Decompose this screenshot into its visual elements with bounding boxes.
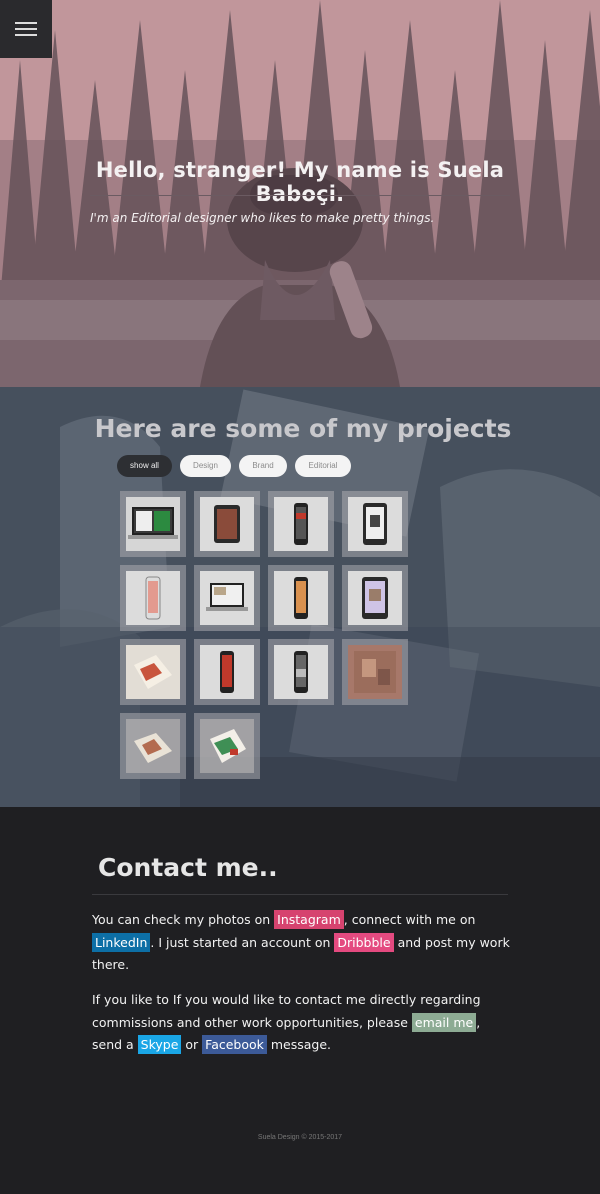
phone-mockup-icon — [294, 503, 308, 545]
email-link[interactable]: email me — [411, 1012, 477, 1032]
tablet-mockup-icon — [362, 577, 388, 619]
facebook-link[interactable]: Facebook — [202, 1035, 267, 1054]
contact-section: Contact me.. You can check my photos on … — [0, 807, 600, 1194]
projects-title: Here are some of my projects — [94, 414, 512, 443]
hamburger-icon-line — [15, 28, 37, 30]
text-segment: , connect with me on — [343, 912, 476, 927]
contact-divider — [92, 894, 508, 895]
project-thumbnail[interactable] — [268, 639, 334, 705]
tablet-mockup-icon — [214, 505, 240, 543]
brochure-mockup-icon — [134, 733, 172, 763]
filter-brand[interactable]: Brand — [239, 455, 287, 477]
project-thumbnail[interactable] — [194, 565, 260, 631]
laptop-mockup-icon — [206, 583, 248, 611]
filter-show-all[interactable]: show all — [117, 455, 172, 477]
project-thumbnail[interactable] — [194, 713, 260, 779]
contact-title: Contact me.. — [98, 853, 278, 882]
project-thumbnail[interactable] — [120, 713, 186, 779]
project-thumbnail[interactable] — [342, 491, 408, 557]
hero-section: Hello, stranger! My name is Suela Baboçi… — [0, 0, 600, 387]
footer-copyright: Suela Design © 2015-2017 — [257, 1134, 343, 1141]
phone-mockup-icon — [220, 651, 234, 693]
project-thumbnail[interactable] — [120, 639, 186, 705]
tablet-mockup-icon — [363, 503, 387, 545]
text-segment: You can check my photos on — [92, 912, 275, 927]
linkedin-link[interactable]: LinkedIn — [92, 932, 151, 952]
text-segment: message. — [266, 1037, 332, 1052]
phone-mockup-icon — [294, 651, 308, 693]
text-segment: . I just started an account on — [150, 934, 335, 950]
project-thumbnail[interactable] — [342, 565, 408, 631]
project-thumbnail[interactable] — [194, 491, 260, 557]
text-segment: or — [181, 1037, 203, 1052]
filter-bar: show all Design Brand Editorial — [117, 455, 351, 477]
projects-section: Here are some of my projects show all De… — [0, 387, 600, 807]
hero-divider — [90, 195, 510, 196]
project-thumbnail[interactable] — [194, 639, 260, 705]
phone-mockup-icon — [294, 577, 308, 619]
brochure-mockup-icon — [134, 655, 172, 689]
brochure-mockup-icon — [210, 729, 246, 763]
project-thumbnail[interactable] — [342, 639, 408, 705]
skype-link[interactable]: Skype — [137, 1035, 182, 1054]
contact-paragraph-direct: If you like to If you would like to cont… — [92, 989, 512, 1057]
filter-editorial[interactable]: Editorial — [295, 455, 351, 477]
hamburger-icon-line — [15, 22, 37, 24]
hero-subtitle: I'm an Editorial designer who likes to m… — [90, 211, 435, 225]
project-thumbnail[interactable] — [120, 491, 186, 557]
project-thumbnail[interactable] — [268, 565, 334, 631]
instagram-link[interactable]: Instagram — [274, 910, 344, 929]
filter-design[interactable]: Design — [180, 455, 231, 477]
project-thumbnail[interactable] — [268, 491, 334, 557]
hamburger-icon-line — [15, 34, 37, 36]
magazine-laptop-mockup-icon — [128, 507, 178, 539]
project-thumbnail[interactable] — [120, 565, 186, 631]
hero-title: Hello, stranger! My name is Suela Baboçi… — [95, 158, 505, 206]
phone-mockup-icon — [145, 576, 161, 620]
print-mockup-icon — [354, 651, 396, 693]
contact-paragraph-social: You can check my photos on Instagram, co… — [92, 909, 512, 977]
dribbble-link[interactable]: Dribbble — [334, 932, 394, 952]
menu-button[interactable] — [0, 0, 52, 58]
